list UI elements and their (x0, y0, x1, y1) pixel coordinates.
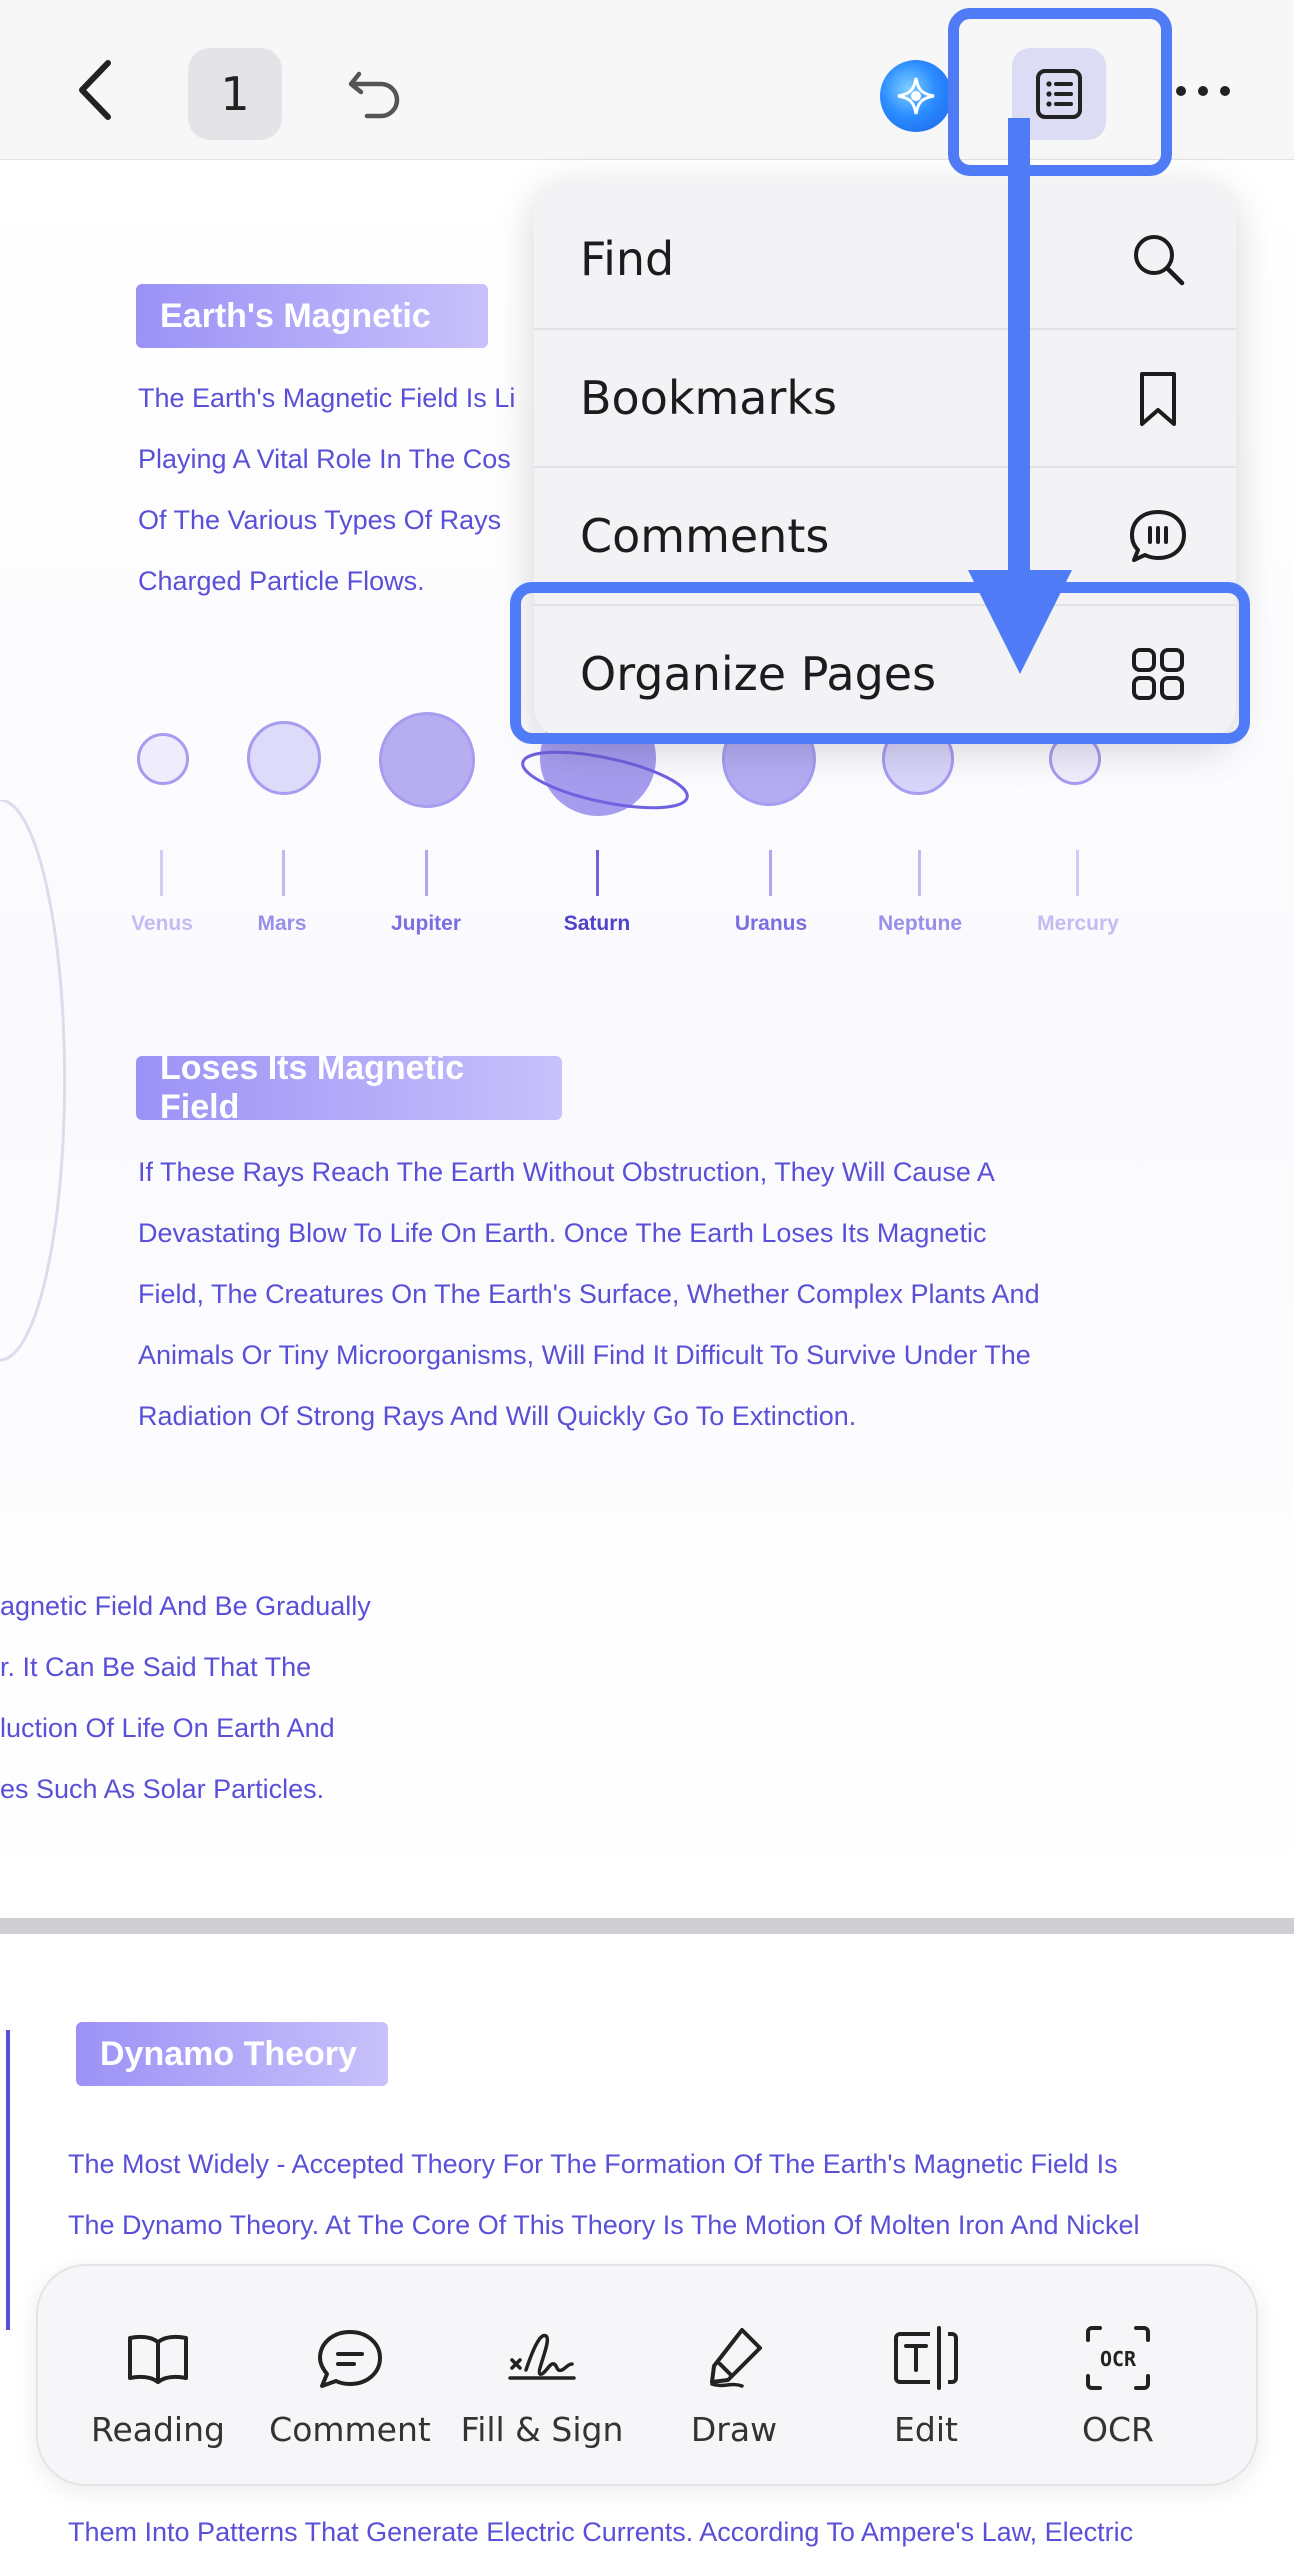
tool-reading[interactable]: Reading (68, 2322, 248, 2449)
menu-item-label: Comments (580, 509, 830, 563)
planet-label: Mars (257, 912, 307, 935)
menu-item-label: Find (580, 232, 675, 286)
bottom-toolbar: Reading Comment Fill & Sign Draw Edit OC… (36, 2264, 1258, 2486)
tool-ocr[interactable]: OCR OCR (1028, 2322, 1208, 2449)
text-line: Radiation Of Strong Rays And Will Quickl… (138, 1401, 857, 1431)
pen-icon (710, 2328, 762, 2388)
planet-tick (769, 850, 772, 896)
sparkle-icon (897, 77, 935, 115)
dot-icon (1176, 86, 1186, 96)
planet-tick (596, 850, 599, 896)
planet-tick (425, 850, 428, 896)
text-edit-icon (894, 2326, 958, 2390)
text-line: Animals Or Tiny Microorganisms, Will Fin… (138, 1340, 1031, 1370)
planet-venus (137, 733, 189, 785)
ai-assistant-button[interactable] (880, 60, 952, 132)
planet-label: Venus (131, 912, 193, 935)
undo-button[interactable] (345, 60, 405, 120)
tool-comment[interactable]: Comment (260, 2322, 440, 2449)
text-line: Them Into Patterns That Generate Electri… (68, 2517, 1134, 2547)
tool-label: Edit (894, 2410, 958, 2449)
tool-label: Comment (269, 2410, 431, 2449)
ocr-icon: OCR (1086, 2326, 1150, 2390)
dot-icon (1220, 86, 1230, 96)
planet-label: Uranus (734, 912, 808, 935)
orbit-decoration (0, 800, 67, 1362)
dot-icon (1198, 86, 1208, 96)
planet-label: Saturn (563, 912, 631, 935)
text-line: The Dynamo Theory. At The Core Of This T… (68, 2210, 1140, 2240)
text-line: If These Rays Reach The Earth Without Ob… (138, 1157, 995, 1187)
highlight-box (510, 582, 1250, 744)
section-heading: Dynamo Theory (76, 2022, 388, 2086)
planet-mars (247, 721, 321, 795)
arrow-down-icon (968, 118, 1072, 674)
svg-text:OCR: OCR (1100, 2347, 1137, 2371)
more-options-button[interactable] (1176, 76, 1230, 106)
chevron-left-icon (79, 60, 111, 120)
planet-label: Jupiter (390, 912, 462, 935)
planet-tick (282, 850, 285, 896)
comment-icon (318, 2330, 382, 2388)
text-line: The Earth's Magnetic Field Is Li (138, 383, 516, 413)
planet-tick (918, 850, 921, 896)
page-number-button[interactable]: 1 (188, 48, 282, 140)
page-divider (0, 1918, 1294, 1934)
tool-label: Draw (690, 2410, 778, 2449)
tool-label: Reading (91, 2410, 225, 2449)
section-heading: Loses Its Magnetic Field (136, 1049, 562, 1126)
saturn-ring (521, 750, 689, 810)
text-line: es Such As Solar Particles. (0, 1774, 325, 1804)
text-line: The Most Widely - Accepted Theory For Th… (68, 2149, 1118, 2179)
back-button[interactable] (70, 55, 120, 125)
signature-icon (508, 2333, 576, 2380)
book-icon (128, 2334, 188, 2384)
menu-item-find[interactable]: Find (534, 190, 1236, 328)
menu-item-bookmarks[interactable]: Bookmarks (534, 328, 1236, 466)
search-icon (1134, 235, 1185, 286)
text-line: Devastating Blow To Life On Earth. Once … (138, 1218, 987, 1248)
planet-label: Mercury (1037, 912, 1119, 935)
text-line: Playing A Vital Role In The Cos (138, 444, 511, 474)
text-line: r. It Can Be Said That The (0, 1652, 312, 1682)
text-line: Of The Various Types Of Rays (138, 505, 502, 535)
tool-fill-sign[interactable]: Fill & Sign (452, 2322, 632, 2449)
planet-tick (160, 850, 163, 896)
planet-tick (1076, 850, 1079, 896)
bookmark-icon (1140, 372, 1176, 426)
comment-bubble-icon (1130, 510, 1186, 562)
undo-icon (348, 71, 400, 119)
tool-label: OCR (1082, 2410, 1154, 2449)
tool-edit[interactable]: Edit (836, 2322, 1016, 2449)
text-line: Charged Particle Flows. (138, 566, 425, 596)
planet-label: Neptune (878, 912, 962, 935)
section-heading: Earth's Magnetic (136, 284, 488, 348)
tool-draw[interactable]: Draw (644, 2322, 824, 2449)
menu-item-label: Bookmarks (580, 371, 837, 425)
margin-rule (6, 2030, 10, 2330)
tool-label: Fill & Sign (460, 2410, 624, 2449)
text-line: agnetic Field And Be Gradually (0, 1591, 371, 1621)
text-line: Field, The Creatures On The Earth's Surf… (138, 1279, 1040, 1309)
text-line: luction Of Life On Earth And (0, 1713, 335, 1743)
planet-jupiter (379, 712, 475, 808)
